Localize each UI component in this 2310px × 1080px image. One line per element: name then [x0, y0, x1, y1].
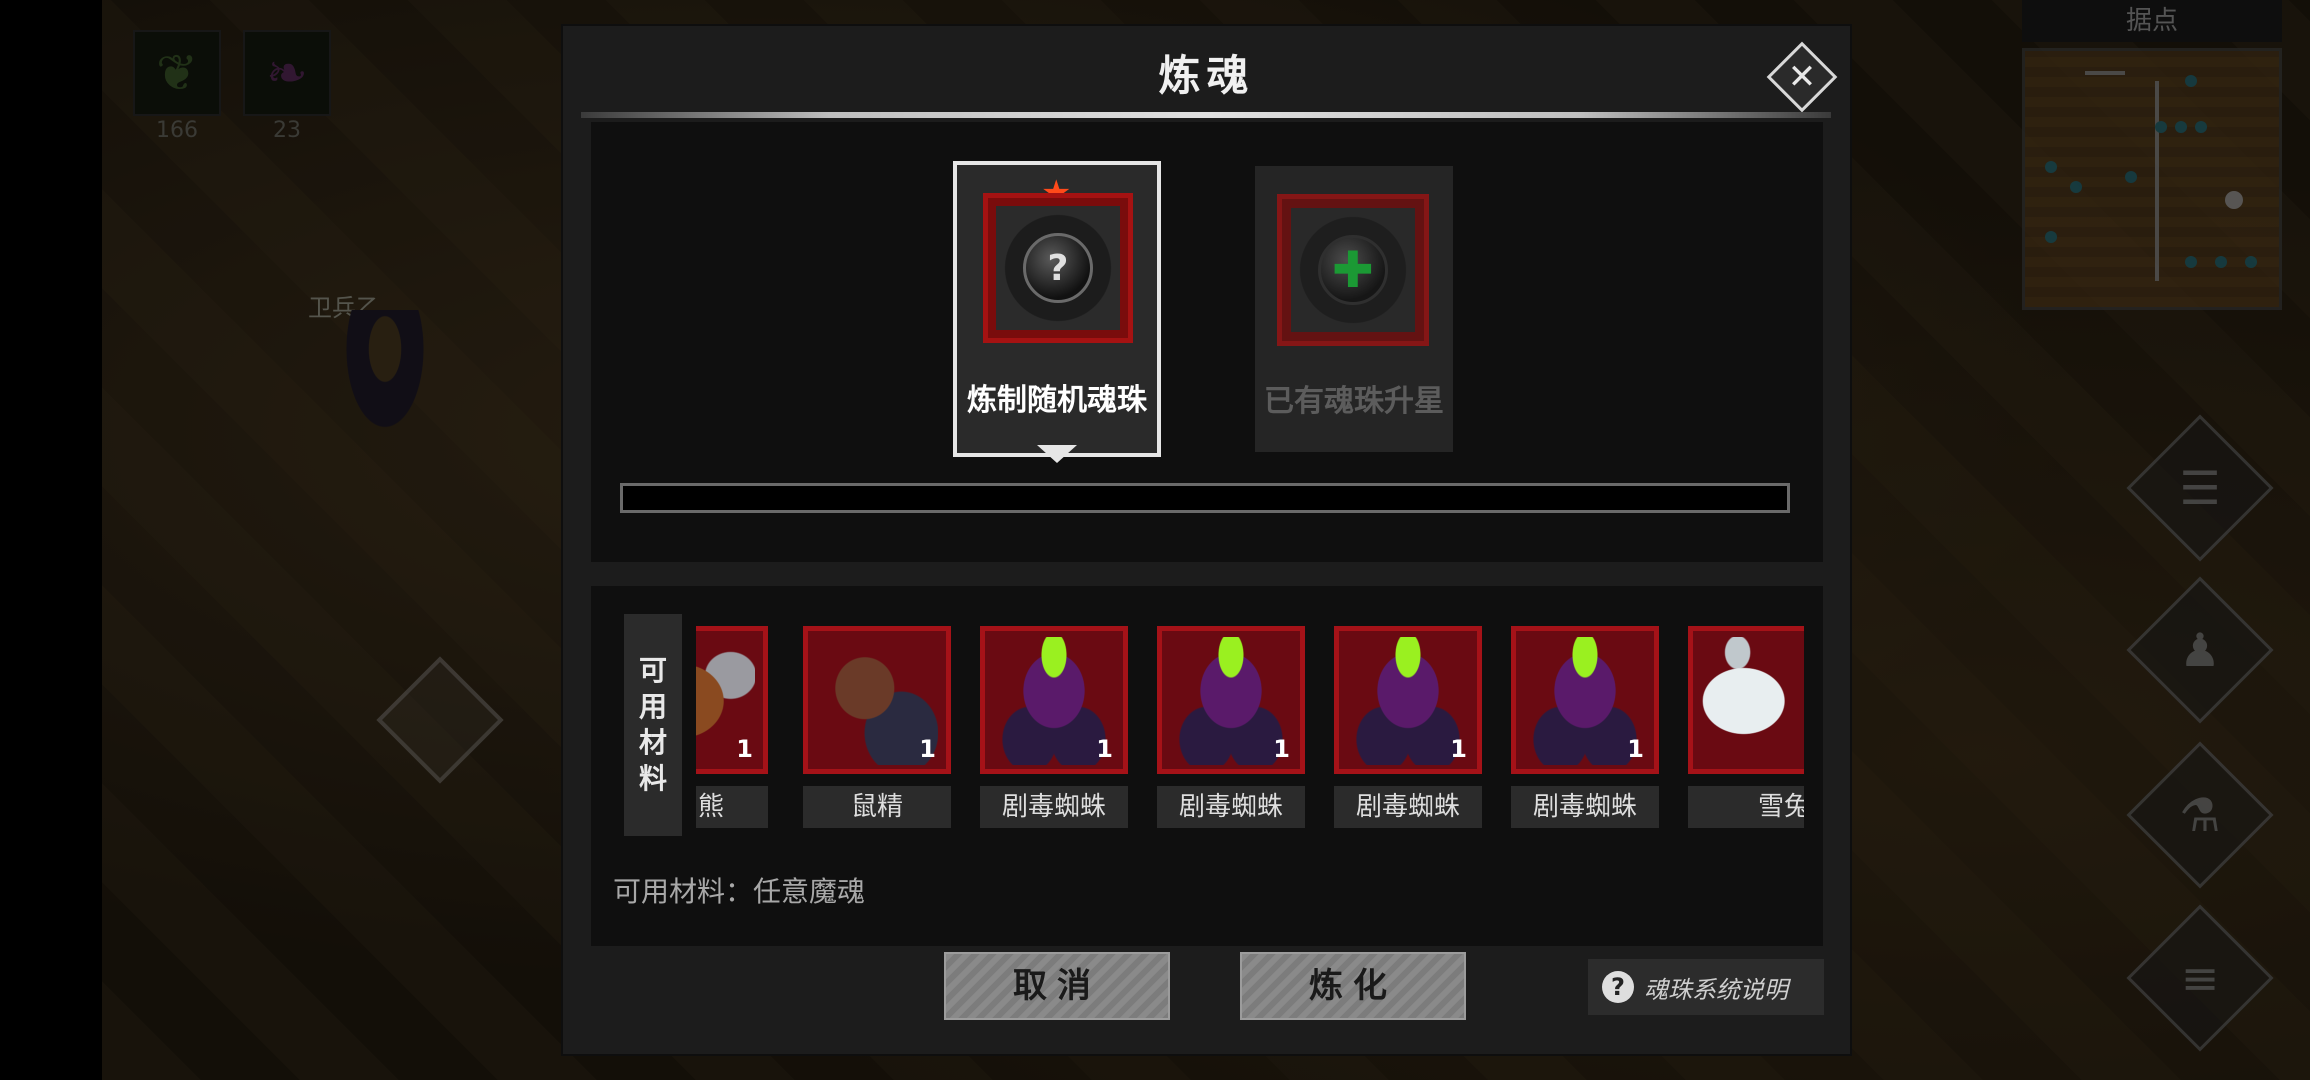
material-item[interactable]: 1 剧毒蜘蛛	[980, 626, 1128, 838]
help-button[interactable]: ? 魂珠系统说明	[1588, 959, 1824, 1015]
material-portrait: 1	[1511, 626, 1659, 774]
selection-pointer-icon	[1037, 445, 1077, 463]
materials-list[interactable]: 1 熊 1 鼠精 1 剧毒蜘蛛 1 剧毒蜘蛛 1 剧毒蜘蛛 1 剧毒蜘蛛 雪兔	[696, 626, 1804, 838]
material-item[interactable]: 1 剧毒蜘蛛	[1157, 626, 1305, 838]
material-portrait: 1	[1334, 626, 1482, 774]
refine-button[interactable]: 炼化	[1240, 952, 1466, 1020]
material-name: 剧毒蜘蛛	[1511, 786, 1659, 828]
option-label: 炼制随机魂珠	[967, 383, 1147, 418]
material-portrait: 1	[1157, 626, 1305, 774]
material-item[interactable]: 1 熊	[696, 626, 768, 838]
material-count: 1	[1273, 735, 1290, 763]
material-portrait	[1688, 626, 1804, 774]
materials-side-char: 用	[638, 690, 667, 723]
material-count: 1	[736, 735, 753, 763]
help-label: 魂珠系统说明	[1644, 975, 1788, 1004]
question-orb-icon: ?	[1023, 233, 1093, 303]
gem-slot: ?	[983, 193, 1133, 343]
materials-side-char: 料	[638, 762, 667, 795]
material-count: 1	[1450, 735, 1467, 763]
game-screen: ❦ 166 ❧ 23 卫兵乙 据点 ☰ ♟ ⚗ ≡ 炼魂 ✕ ? 炼制随机魂珠 …	[0, 0, 2310, 1080]
material-name: 剧毒蜘蛛	[980, 786, 1128, 828]
material-item[interactable]: 1 剧毒蜘蛛	[1334, 626, 1482, 838]
material-name: 熊	[696, 786, 768, 828]
title-divider	[581, 112, 1831, 118]
material-item[interactable]: 1 鼠精	[803, 626, 951, 838]
option-upgrade-soul-orb[interactable]: ✚ 已有魂珠升星	[1255, 166, 1453, 452]
material-portrait: 1	[980, 626, 1128, 774]
option-random-soul-orb[interactable]: ★ ? 炼制随机魂珠	[953, 161, 1161, 457]
gem-socket: ✚	[1291, 208, 1415, 332]
material-name: 剧毒蜘蛛	[1334, 786, 1482, 828]
materials-side-label: 可 用 材 料	[624, 614, 682, 836]
material-name: 鼠精	[803, 786, 951, 828]
close-icon: ✕	[1787, 57, 1817, 97]
gem-socket: ?	[996, 206, 1120, 330]
material-item[interactable]: 雪兔	[1688, 626, 1804, 838]
rabbit-portrait-icon	[1701, 637, 1804, 765]
materials-side-char: 材	[638, 726, 667, 759]
option-label: 已有魂珠升星	[1264, 384, 1444, 419]
plus-orb-icon: ✚	[1318, 235, 1388, 305]
dialog-title: 炼魂	[1158, 51, 1255, 100]
letterbox-bar	[0, 0, 102, 1080]
gem-slot: ✚	[1277, 194, 1429, 346]
material-portrait: 1	[803, 626, 951, 774]
material-count: 1	[1096, 735, 1113, 763]
refine-progress-bar	[620, 483, 1790, 513]
materials-side-char: 可	[638, 654, 667, 687]
materials-note: 可用材料：任意魔魂	[613, 875, 866, 908]
cancel-button[interactable]: 取消	[944, 952, 1170, 1020]
help-icon: ?	[1602, 971, 1634, 1003]
material-item[interactable]: 1 剧毒蜘蛛	[1511, 626, 1659, 838]
material-name: 剧毒蜘蛛	[1157, 786, 1305, 828]
material-count: 1	[919, 735, 936, 763]
material-count: 1	[1627, 735, 1644, 763]
material-name: 雪兔	[1688, 786, 1804, 828]
material-portrait: 1	[696, 626, 768, 774]
